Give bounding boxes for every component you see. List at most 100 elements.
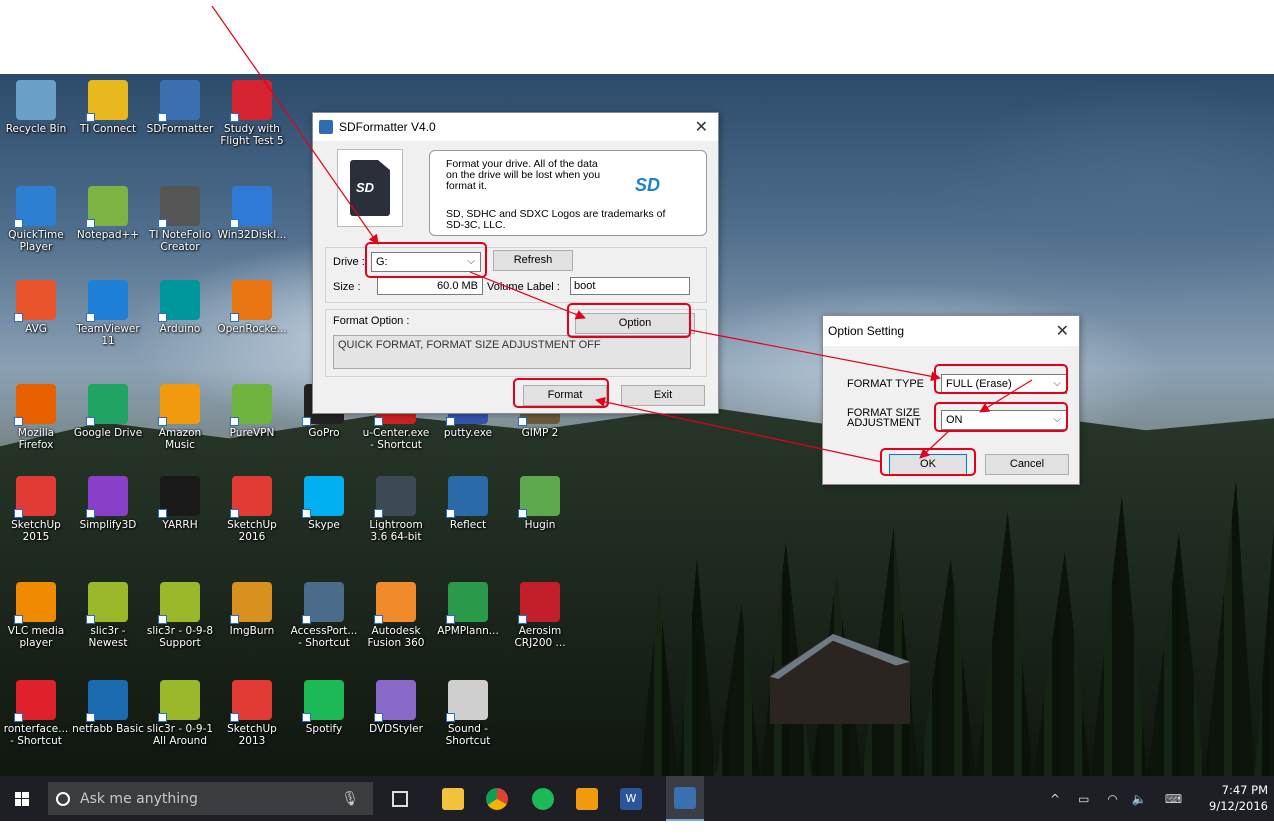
clock[interactable]: 7:47 PM 9/12/2016	[1209, 782, 1268, 814]
start-button[interactable]	[0, 776, 44, 821]
ti-connect-icon	[86, 80, 128, 122]
desktop-shortcut-label: YARRH	[162, 519, 198, 531]
desktop-shortcut[interactable]: PureVPN	[216, 384, 288, 439]
close-icon[interactable]: ✕	[695, 117, 708, 137]
desktop-shortcut[interactable]: SketchUp 2013	[216, 680, 288, 747]
arduino-icon	[158, 280, 200, 322]
option-setting-title: Option Setting	[828, 324, 905, 338]
desktop-shortcut[interactable]: Skype	[288, 476, 360, 531]
vlc-icon	[14, 582, 56, 624]
sd-card-image: SD	[337, 149, 403, 227]
apmplanner-icon	[446, 582, 488, 624]
bottom-margin	[0, 821, 1274, 835]
format-type-label: FORMAT TYPE	[847, 378, 925, 390]
desktop-shortcut-label: ImgBurn	[229, 625, 275, 637]
taskbar-chrome[interactable]	[482, 776, 512, 821]
battery-icon[interactable]: ▭	[1078, 792, 1089, 806]
desktop-shortcut[interactable]: Google Drive	[72, 384, 144, 439]
desktop-shortcut[interactable]: Recycle Bin	[0, 80, 72, 135]
desktop-shortcut[interactable]: QuickTime Player	[0, 186, 72, 253]
desktop-shortcut[interactable]: AccessPort... - Shortcut	[288, 582, 360, 649]
desktop-shortcut[interactable]: Autodesk Fusion 360	[360, 582, 432, 649]
exit-button[interactable]: Exit	[621, 385, 705, 406]
desktop-shortcut[interactable]: slic3r - 0-9-8 Support	[144, 582, 216, 649]
desktop-shortcut[interactable]: TI Connect	[72, 80, 144, 135]
desktop-shortcut[interactable]: Hugin	[504, 476, 576, 531]
desktop-shortcut-label: SketchUp 2016	[227, 519, 277, 543]
volume-icon[interactable]: 🔈	[1132, 792, 1147, 806]
close-icon[interactable]: ✕	[1056, 321, 1069, 341]
option-setting-titlebar[interactable]: Option Setting ✕	[823, 316, 1079, 346]
refresh-button[interactable]: Refresh	[493, 250, 573, 271]
desktop-shortcut-label: AccessPort... - Shortcut	[290, 625, 358, 649]
desktop-shortcut-label: Reflect	[449, 519, 487, 531]
wifi-icon[interactable]: ◠	[1107, 792, 1117, 806]
slic3r-all-around-icon	[158, 680, 200, 722]
desktop-shortcut-label: GoPro	[308, 427, 340, 439]
desktop-shortcut[interactable]: SDFormatter	[144, 80, 216, 135]
cortana-search-box[interactable]: Ask me anything 🎙	[48, 782, 373, 815]
desktop-shortcut[interactable]: TeamViewer 11	[72, 280, 144, 347]
desktop-shortcut[interactable]: Lightroom 3.6 64-bit	[360, 476, 432, 543]
desktop-shortcut[interactable]: Study with Flight Test 5	[216, 80, 288, 147]
dvdstyler-icon	[374, 680, 416, 722]
ti-notefolio-icon	[158, 186, 200, 228]
desktop-shortcut-label: ronterface... - Shortcut	[3, 723, 69, 747]
file-explorer-icon	[442, 787, 464, 810]
amazon-music-icon	[576, 787, 598, 810]
desktop-shortcut-label: Google Drive	[73, 427, 143, 439]
imgburn-icon	[230, 582, 272, 624]
keyboard-icon[interactable]: ⌨	[1165, 792, 1182, 806]
desktop-shortcut-label: Aerosim CRJ200 ...	[514, 625, 566, 649]
desktop-shortcut[interactable]: SketchUp 2015	[0, 476, 72, 543]
clock-time: 7:47 PM	[1221, 783, 1268, 797]
desktop-shortcut[interactable]: SketchUp 2016	[216, 476, 288, 543]
desktop-shortcut[interactable]: YARRH	[144, 476, 216, 531]
task-view-icon	[392, 790, 408, 807]
desktop-shortcut[interactable]: Win32DiskI...	[216, 186, 288, 241]
desktop-shortcut[interactable]: AVG	[0, 280, 72, 335]
taskbar-spotify[interactable]	[528, 776, 558, 821]
desktop-shortcut[interactable]: Amazon Music	[144, 384, 216, 451]
desktop-shortcut[interactable]: TI NoteFolio Creator	[144, 186, 216, 253]
taskbar-file-explorer[interactable]	[438, 776, 468, 821]
desktop-shortcut[interactable]: netfabb Basic	[72, 680, 144, 735]
desktop-shortcut[interactable]: Arduino	[144, 280, 216, 335]
sketchup-2015-icon	[14, 476, 56, 518]
hugin-icon	[518, 476, 560, 518]
desktop-shortcut[interactable]: VLC media player	[0, 582, 72, 649]
desktop-shortcut[interactable]: ImgBurn	[216, 582, 288, 637]
desktop-shortcut[interactable]: Mozilla Firefox	[0, 384, 72, 451]
sdformatter-titlebar[interactable]: SDFormatter V4.0 ✕	[313, 113, 718, 141]
system-tray: ^ ▭ ◠ 🔈 ⌨	[1050, 776, 1182, 821]
volume-label-input[interactable]: boot	[570, 277, 690, 295]
cancel-button[interactable]: Cancel	[985, 454, 1069, 475]
desktop-shortcut[interactable]: DVDStyler	[360, 680, 432, 735]
desktop-shortcut[interactable]: Sound - Shortcut	[432, 680, 504, 747]
desktop-shortcut[interactable]: Reflect	[432, 476, 504, 531]
taskbar-amazon[interactable]	[572, 776, 602, 821]
desktop-shortcut[interactable]: APMPlann...	[432, 582, 504, 637]
desktop-shortcut[interactable]: OpenRocke...	[216, 280, 288, 335]
desktop-shortcut[interactable]: Aerosim CRJ200 ...	[504, 582, 576, 649]
window-title: SDFormatter V4.0	[339, 120, 436, 134]
desktop-shortcut-label: Mozilla Firefox	[17, 427, 55, 451]
reflect-icon	[446, 476, 488, 518]
desktop-shortcut[interactable]: Simplify3D	[72, 476, 144, 531]
highlight-format-button	[513, 378, 609, 408]
microphone-icon[interactable]: 🎙	[341, 791, 359, 807]
desktop-shortcut[interactable]: ronterface... - Shortcut	[0, 680, 72, 747]
amazon-music-icon	[158, 384, 200, 426]
sdformatter-icon	[158, 80, 200, 122]
task-view-button[interactable]	[385, 776, 415, 821]
taskbar-word[interactable]: W	[616, 776, 646, 821]
chevron-up-icon[interactable]: ^	[1050, 792, 1060, 806]
desktop-shortcut[interactable]: Notepad++	[72, 186, 144, 241]
desktop-shortcut[interactable]: slic3r - Newest	[72, 582, 144, 649]
desktop-shortcut[interactable]: slic3r - 0-9-1 All Around	[144, 680, 216, 747]
yarrh-icon	[158, 476, 200, 518]
taskbar-sdformatter[interactable]	[666, 776, 704, 821]
desktop-shortcut-label: TI NoteFolio Creator	[148, 229, 212, 253]
info-box: Format your drive. All of the data on th…	[429, 150, 707, 236]
desktop-shortcut[interactable]: Spotify	[288, 680, 360, 735]
